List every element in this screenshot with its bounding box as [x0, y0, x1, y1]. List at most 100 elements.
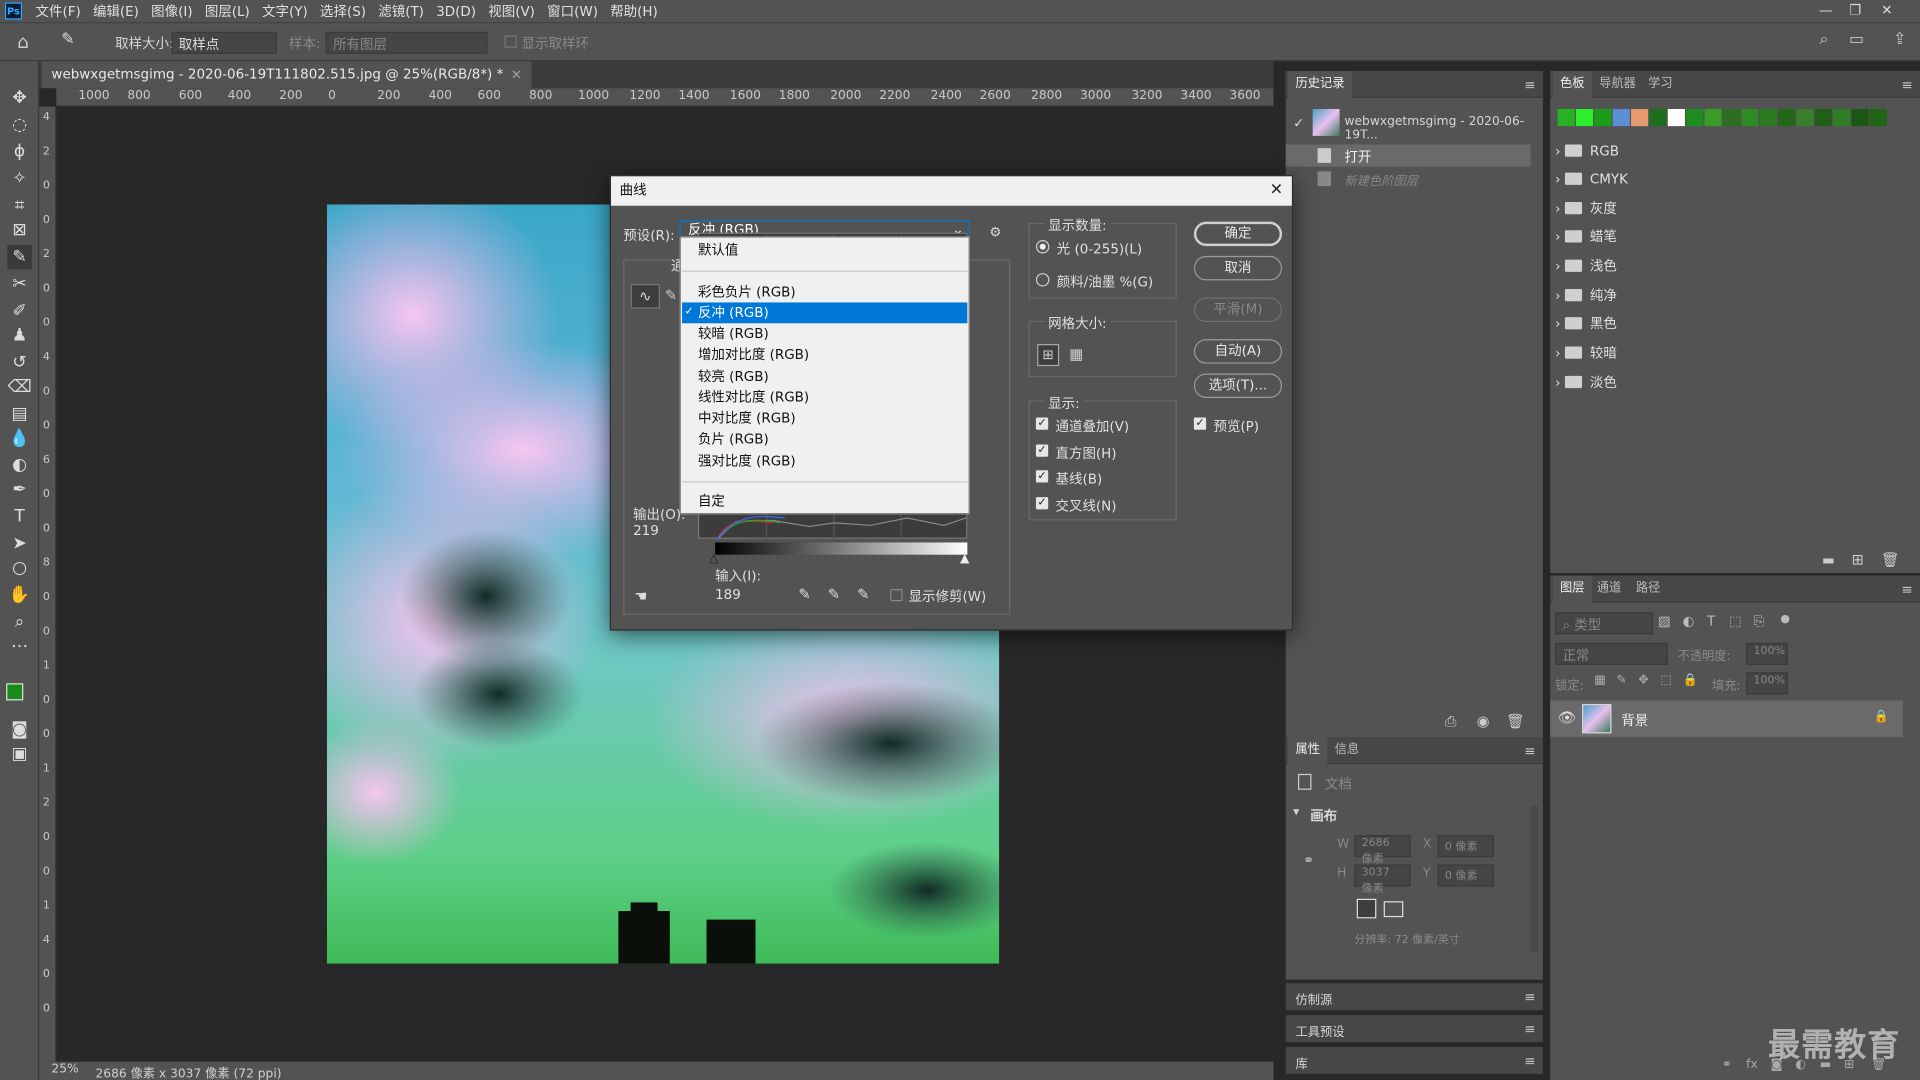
black-point-slider[interactable]: △	[709, 552, 718, 565]
preset-option[interactable]: 默认值	[682, 240, 967, 261]
sample-size-select[interactable]: 取样点	[171, 31, 277, 54]
swatch-group[interactable]: › 灰度	[1555, 197, 1617, 219]
pencil-tool-icon[interactable]: ✎	[665, 287, 677, 304]
menu-3d[interactable]: 3D(D)	[430, 3, 482, 19]
preset-option[interactable]: 负片 (RGB)	[682, 429, 967, 450]
visibility-eye-icon[interactable]: 👁	[1558, 709, 1577, 726]
blur-tool-icon[interactable]: 💧	[7, 426, 31, 450]
color-swatch[interactable]	[1814, 108, 1832, 127]
type-tool-icon[interactable]: T	[7, 504, 31, 528]
lock-all-icon[interactable]: 🔒	[1682, 673, 1697, 686]
tab-swatches[interactable]: 色板	[1552, 71, 1592, 98]
preset-option[interactable]: 增加对比度 (RGB)	[682, 344, 967, 365]
gradient-tool-icon[interactable]: ▤	[7, 402, 31, 426]
detailed-grid-icon[interactable]: ▦	[1065, 344, 1087, 366]
tab-paths[interactable]: 路径	[1629, 576, 1668, 603]
tab-channels[interactable]: 通道	[1589, 576, 1628, 603]
crop-tool-icon[interactable]: ⌗	[7, 193, 31, 217]
link-layers-icon[interactable]: ⚭	[1722, 1058, 1732, 1071]
color-swatch[interactable]	[1796, 108, 1814, 127]
layer-filter-search[interactable]: ⌕ 类型	[1555, 612, 1654, 635]
channel-overlays-checkbox[interactable]: ✓	[1035, 417, 1049, 430]
link-icon[interactable]: ⚭	[1303, 852, 1314, 868]
menu-window[interactable]: 窗口(W)	[541, 1, 604, 21]
swatch-group[interactable]: › CMYK	[1555, 168, 1628, 190]
landscape-orientation-icon[interactable]	[1383, 901, 1404, 918]
minimize-icon[interactable]: —	[1812, 0, 1839, 22]
shape-filter-icon[interactable]: ⬚	[1729, 613, 1742, 629]
histogram-checkbox[interactable]: ✓	[1035, 444, 1049, 457]
color-swatch[interactable]	[1833, 108, 1851, 127]
preset-option[interactable]: 中对比度 (RGB)	[682, 408, 967, 429]
history-snapshot[interactable]: ✓ webwxgetmsgimg - 2020-06-19T...	[1286, 105, 1543, 142]
menu-type[interactable]: 文字(Y)	[256, 1, 314, 21]
color-swatch[interactable]	[1575, 108, 1594, 127]
menu-edit[interactable]: 编辑(E)	[87, 1, 145, 21]
tab-layers[interactable]: 图层	[1552, 575, 1592, 603]
lock-position-icon[interactable]: ✥	[1638, 673, 1648, 686]
zoom-level[interactable]: 25%	[51, 1063, 78, 1076]
magic-wand-tool-icon[interactable]: ✧	[7, 167, 31, 191]
menu-layer[interactable]: 图层(L)	[199, 1, 256, 21]
libraries-panel[interactable]: 库 ≡	[1285, 1046, 1543, 1074]
close-tab-icon[interactable]: ×	[511, 66, 522, 82]
preset-options-gear-icon[interactable]: ⚙	[989, 224, 1001, 240]
healing-tool-icon[interactable]: ✂	[7, 272, 31, 296]
panel-menu-icon[interactable]: ≡	[1901, 77, 1912, 93]
y-field[interactable]: 0 像素	[1437, 864, 1494, 887]
tool-presets-panel[interactable]: 工具预设 ≡	[1285, 1015, 1543, 1043]
curve-point-tool-icon[interactable]: ∿	[630, 284, 661, 309]
shape-tool-icon[interactable]: ○	[7, 556, 31, 580]
baseline-checkbox[interactable]: ✓	[1035, 470, 1049, 483]
sample-select[interactable]: 所有图层	[325, 31, 488, 54]
ok-button[interactable]: 确定	[1193, 221, 1283, 247]
color-swatch[interactable]	[1557, 108, 1575, 127]
move-tool-icon[interactable]: ✥	[7, 86, 31, 110]
pigment-radio[interactable]	[1035, 273, 1050, 287]
preset-option-selected[interactable]: ✓ 反冲 (RGB)	[682, 302, 968, 324]
new-swatch-icon[interactable]: ⊞	[1851, 551, 1863, 568]
panel-menu-icon[interactable]: ≡	[1524, 1021, 1535, 1037]
camera-icon[interactable]: ◉	[1477, 713, 1490, 730]
color-swatch[interactable]	[1704, 108, 1722, 127]
opacity-field[interactable]: 100%	[1746, 642, 1788, 665]
folder-icon[interactable]: ▬	[1822, 552, 1835, 568]
color-swatch[interactable]	[1869, 108, 1887, 127]
light-radio[interactable]	[1035, 240, 1050, 254]
lock-pixels-icon[interactable]: ✎	[1616, 673, 1626, 686]
panel-menu-icon[interactable]: ≡	[1524, 743, 1535, 759]
filter-toggle-icon[interactable]: ●	[1780, 613, 1790, 625]
show-ring-checkbox[interactable]	[504, 35, 517, 48]
white-eyedropper-icon[interactable]: ✎	[857, 585, 869, 602]
menu-view[interactable]: 视图(V)	[482, 1, 541, 21]
color-swatch[interactable]	[1686, 108, 1704, 127]
quick-mask-icon[interactable]: ◙	[7, 718, 31, 742]
fx-icon[interactable]: fx	[1746, 1058, 1758, 1071]
restore-icon[interactable]: ❐	[1842, 0, 1869, 22]
input-value[interactable]: 189	[715, 587, 741, 603]
type-filter-icon[interactable]: T	[1707, 613, 1715, 629]
screen-mode-icon[interactable]: ▣	[7, 742, 31, 766]
trash-icon[interactable]: 🗑	[1881, 551, 1900, 568]
history-brush-tool-icon[interactable]: ↺	[7, 350, 31, 374]
tab-properties[interactable]: 属性	[1288, 737, 1328, 765]
blend-mode-select[interactable]: 正常	[1555, 642, 1668, 665]
options-button[interactable]: 选项(T)...	[1193, 373, 1283, 398]
history-item[interactable]: 打开	[1285, 144, 1531, 167]
smooth-button[interactable]: 平滑(M)	[1193, 297, 1283, 323]
swatch-group[interactable]: › 浅色	[1555, 255, 1617, 277]
color-swatch[interactable]	[1649, 108, 1667, 127]
home-icon[interactable]: ⌂	[17, 31, 29, 53]
brush-tool-icon[interactable]: ✐	[7, 299, 31, 323]
swatch-group[interactable]: › 淡色	[1555, 371, 1617, 393]
pen-tool-icon[interactable]: ✒	[7, 478, 31, 502]
portrait-orientation-icon[interactable]	[1356, 898, 1377, 919]
preview-checkbox[interactable]: ✓	[1193, 417, 1207, 430]
properties-scrollbar[interactable]	[1530, 805, 1538, 953]
stamp-tool-icon[interactable]: ♟	[7, 323, 31, 347]
tab-info[interactable]: 信息	[1327, 737, 1366, 764]
foreground-color-swatch[interactable]	[6, 683, 24, 701]
history-item[interactable]: 新建色阶图层	[1286, 168, 1531, 190]
simple-grid-icon[interactable]: ⊞	[1037, 344, 1060, 367]
eraser-tool-icon[interactable]: ⌫	[7, 375, 31, 399]
